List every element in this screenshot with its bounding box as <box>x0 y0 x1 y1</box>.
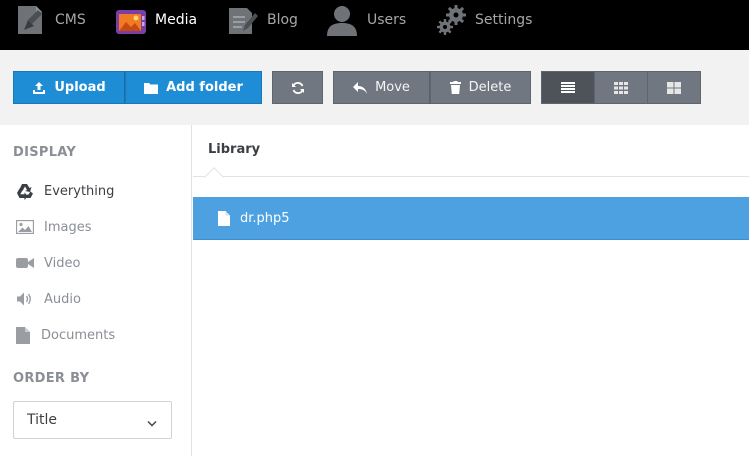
grid-view-icon <box>614 81 628 94</box>
refresh-icon <box>291 81 305 95</box>
media-image-icon <box>115 4 147 36</box>
list-view-button[interactable] <box>541 71 595 104</box>
nav-label-media: Media <box>155 12 198 28</box>
nav-label-settings: Settings <box>475 12 533 28</box>
blog-pencil-icon <box>226 4 258 36</box>
file-name: dr.php5 <box>240 210 290 226</box>
order-by-select[interactable]: Title <box>13 401 172 439</box>
sidebar-item-everything[interactable]: Everything <box>13 180 114 202</box>
recycle-icon <box>13 183 37 200</box>
delete-button[interactable]: Delete <box>430 71 531 104</box>
order-by-value: Title <box>27 412 58 428</box>
refresh-button[interactable] <box>272 71 323 104</box>
nav-label-users: Users <box>367 12 407 28</box>
folder-icon <box>144 82 159 94</box>
trash-icon <box>449 81 461 94</box>
breadcrumb-library[interactable]: Library <box>208 142 260 157</box>
breadcrumb: Library <box>193 125 749 177</box>
sidebar-item-label: Audio <box>44 291 81 307</box>
sidebar-item-images[interactable]: Images <box>13 216 92 238</box>
cms-doc-icon <box>14 4 46 36</box>
speaker-icon <box>13 292 37 306</box>
sidebar-item-label: Documents <box>41 327 116 343</box>
main-panel: Library dr.php5 <box>193 125 749 456</box>
nav-item-blog[interactable]: Blog <box>226 0 298 40</box>
nav-label-cms: CMS <box>55 12 86 28</box>
reply-arrow-icon <box>353 81 368 94</box>
chevron-down-icon <box>147 415 157 431</box>
sidebar-item-documents[interactable]: Documents <box>13 324 115 346</box>
user-icon <box>326 4 358 36</box>
sidebar-item-audio[interactable]: Audio <box>13 288 81 310</box>
move-button[interactable]: Move <box>333 71 430 104</box>
nav-item-users[interactable]: Users <box>326 0 406 40</box>
order-by-section-title: ORDER BY <box>13 371 90 386</box>
sidebar-item-label: Video <box>44 255 81 271</box>
sidebar: DISPLAY Everything Images Video Audio Do… <box>0 125 192 456</box>
nav-item-cms[interactable]: CMS <box>14 0 86 40</box>
nav-label-blog: Blog <box>267 12 298 28</box>
nav-item-media[interactable]: Media <box>115 0 197 40</box>
tiles-view-button[interactable] <box>647 71 701 104</box>
upload-icon <box>32 81 46 95</box>
upload-label: Upload <box>54 80 106 95</box>
nav-item-settings[interactable]: Settings <box>436 0 532 40</box>
image-icon <box>13 220 37 234</box>
document-icon <box>13 326 33 344</box>
display-section-title: DISPLAY <box>13 145 77 160</box>
file-icon <box>218 210 230 226</box>
sidebar-item-video[interactable]: Video <box>13 252 80 274</box>
tiles-view-icon <box>667 81 681 94</box>
upload-button[interactable]: Upload <box>13 71 125 104</box>
top-navigation: CMS Media Blog Users Settings <box>0 0 749 50</box>
sidebar-item-label: Images <box>44 219 92 235</box>
delete-label: Delete <box>468 80 512 95</box>
list-view-icon <box>561 82 575 93</box>
sidebar-item-label: Everything <box>44 183 115 199</box>
video-camera-icon <box>13 257 37 269</box>
move-label: Move <box>375 80 410 95</box>
add-folder-button[interactable]: Add folder <box>125 71 262 104</box>
add-folder-label: Add folder <box>166 80 243 95</box>
toolbar: Upload Add folder Move Delete <box>0 50 749 125</box>
file-row[interactable]: dr.php5 <box>193 197 749 240</box>
grid-view-button[interactable] <box>594 71 648 104</box>
gears-icon <box>436 4 468 36</box>
